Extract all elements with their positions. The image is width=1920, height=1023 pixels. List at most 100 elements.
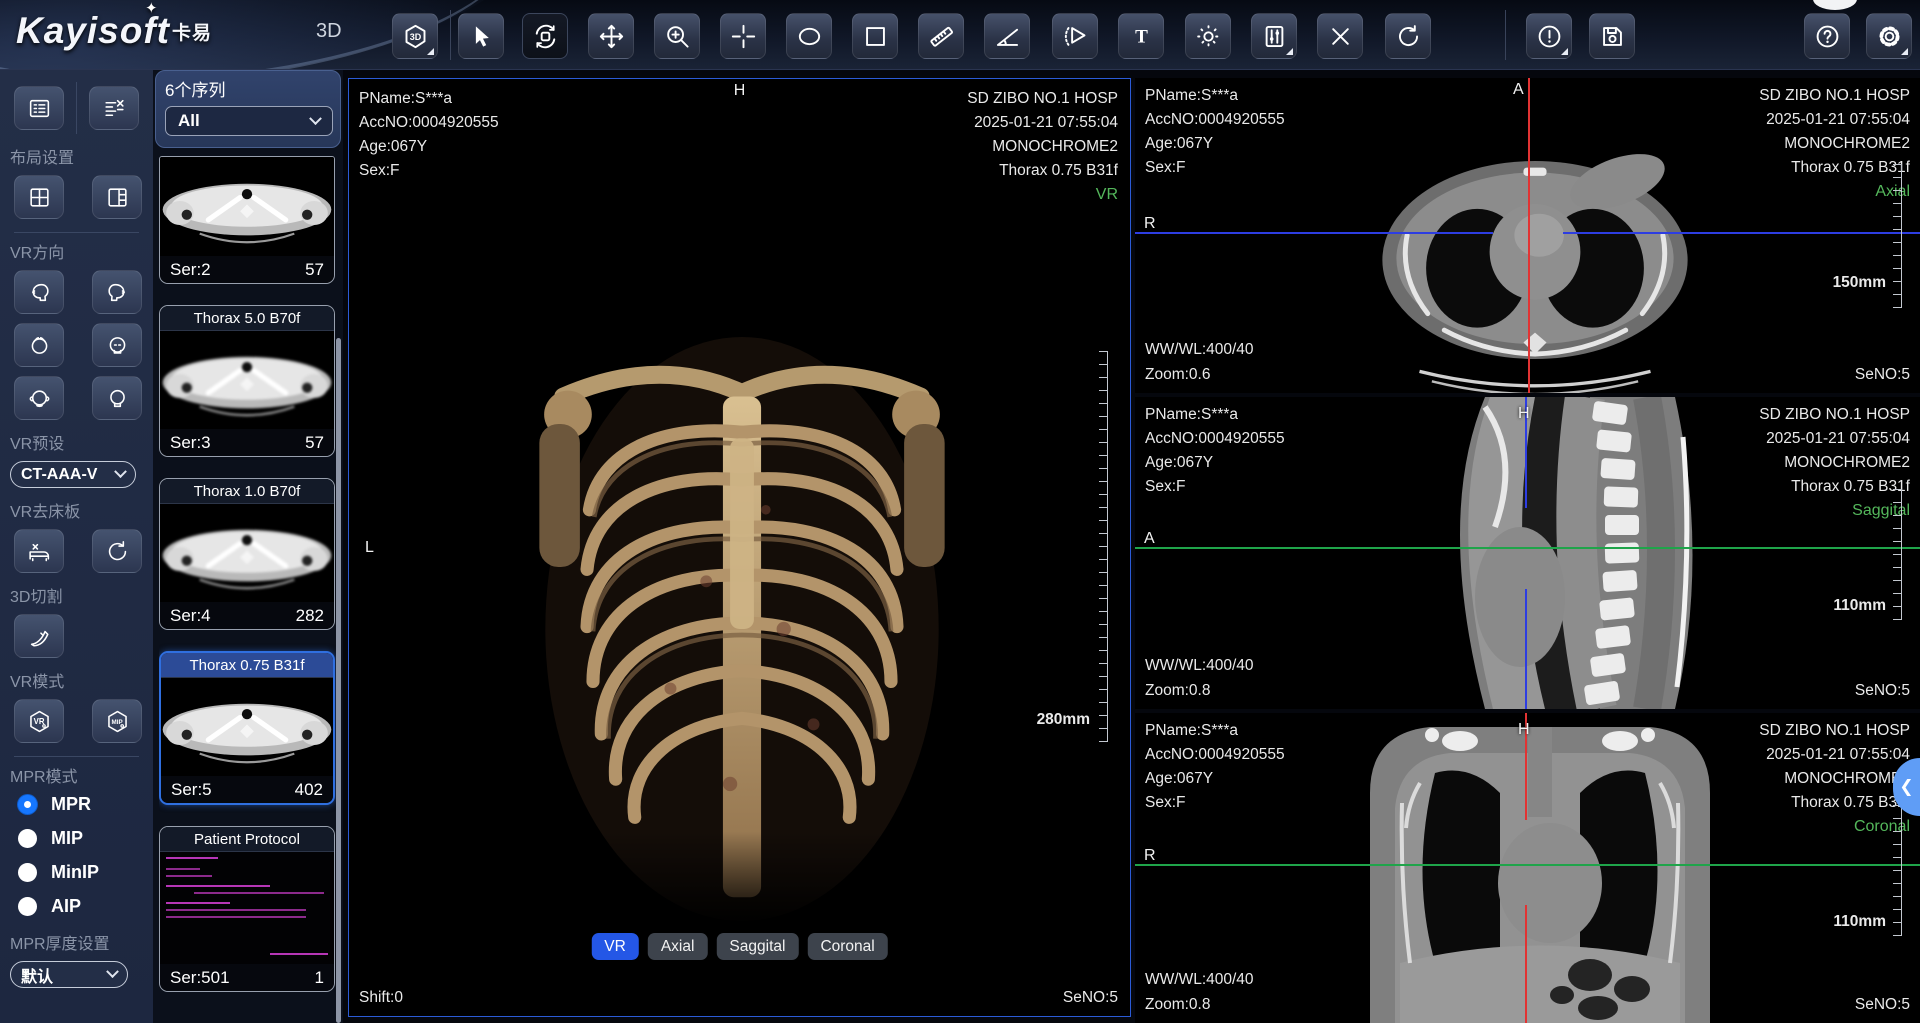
crosshair-horizontal-blue[interactable] <box>1563 232 1920 234</box>
axial-viewport[interactable]: PName:S***a AccNO:0004920555 Age:067Y Se… <box>1135 78 1920 393</box>
tool-rotate-3d-button[interactable] <box>522 13 568 59</box>
mode-3d-label: 3D <box>316 20 342 43</box>
crosshair-horizontal-green[interactable] <box>1135 864 1920 866</box>
series-no: SeNO:5 <box>1855 362 1910 387</box>
radio-label: MIP <box>51 828 83 849</box>
cut-3d-button[interactable] <box>14 614 64 658</box>
cursor-icon <box>468 23 495 50</box>
view-button-coronal[interactable]: Coronal <box>807 933 887 960</box>
vr-preset-select[interactable]: CT-AAA-V <box>10 461 136 488</box>
toolbar-divider <box>450 10 451 60</box>
vr-hexagon-icon: VR <box>27 709 52 734</box>
help-button[interactable] <box>1804 13 1850 59</box>
tool-crosshair-button[interactable] <box>720 13 766 59</box>
mpr-option-minip[interactable]: MinIP <box>18 862 153 883</box>
series-list-button[interactable] <box>14 86 64 130</box>
tool-3d-views-button[interactable]: 3D <box>392 13 438 59</box>
mpr-thickness-value: 默认 <box>21 963 53 987</box>
tool-angle-button[interactable] <box>984 13 1030 59</box>
crosshair-horizontal-green[interactable] <box>1135 547 1920 549</box>
coronal-viewport[interactable]: PName:S***a AccNO:0004920555 Age:067Y Se… <box>1135 713 1920 1023</box>
mpr-option-mpr[interactable]: MPR <box>18 794 153 815</box>
tool-report-button[interactable] <box>1526 13 1572 59</box>
vr-mode-mip-button[interactable]: MIP <box>92 699 142 743</box>
tool-text-button[interactable]: T <box>1118 13 1164 59</box>
main-vr-viewport[interactable]: PName:S***a AccNO:0004920555 Age:067Y Se… <box>348 78 1131 1017</box>
crosshair-vertical-red[interactable] <box>1528 78 1530 393</box>
tool-cursor-button[interactable] <box>458 13 504 59</box>
bed-reset-button[interactable] <box>92 529 142 573</box>
sidebar-rule <box>14 756 139 757</box>
vr-skeleton-image <box>527 331 957 927</box>
vr-direction-top-button[interactable] <box>14 323 64 367</box>
series-number: Ser:2 <box>170 260 211 280</box>
thumbnail-scrollbar[interactable] <box>336 338 341 1023</box>
head-top-icon <box>27 333 52 358</box>
view-button-saggital[interactable]: Saggital <box>716 933 798 960</box>
view-button-axial[interactable]: Axial <box>648 933 708 960</box>
sliders-icon <box>1261 23 1288 50</box>
zoom-in-icon <box>664 23 691 50</box>
layout-grid-button[interactable] <box>14 175 64 219</box>
tool-wwwl-presets-button[interactable] <box>1251 13 1297 59</box>
layout-split-button[interactable] <box>92 175 142 219</box>
vr-direction-left-button[interactable] <box>14 270 64 314</box>
corner-triangle <box>1901 48 1908 55</box>
tool-reset-button[interactable] <box>1385 13 1431 59</box>
scale-ruler <box>1893 489 1902 620</box>
vr-direction-back-button[interactable] <box>92 376 142 420</box>
tool-zoom-button[interactable] <box>654 13 700 59</box>
view-button-vr[interactable]: VR <box>591 933 639 960</box>
view-mode-buttons: VR Axial Saggital Coronal <box>591 933 887 960</box>
patient-name: PName:S***a <box>1145 403 1285 427</box>
tool-ellipse-button[interactable] <box>786 13 832 59</box>
series-filter-select[interactable]: All <box>165 106 333 136</box>
section-label-3d-cut: 3D切割 <box>10 583 153 607</box>
crosshair-vertical-red[interactable] <box>1525 905 1527 1023</box>
series-title: Thorax 1.0 B70f <box>160 479 334 504</box>
scale-ruler-label: 110mm <box>1833 597 1886 615</box>
head-back-icon <box>105 386 130 411</box>
settings-button[interactable] <box>1866 13 1912 59</box>
series-thumbnail-image <box>160 331 334 429</box>
grid-2x2-icon <box>27 185 52 210</box>
radio-icon <box>18 863 37 882</box>
shift-value: Shift:0 <box>359 988 403 1008</box>
tool-pan-button[interactable] <box>588 13 634 59</box>
mpr-option-aip[interactable]: AIP <box>18 896 153 917</box>
vr-mode-vr-button[interactable]: VR <box>14 699 64 743</box>
series-no: SeNO:5 <box>1063 988 1118 1008</box>
vr-direction-bottom-button[interactable] <box>92 323 142 367</box>
vr-direction-front-button[interactable] <box>14 376 64 420</box>
tool-rectangle-button[interactable] <box>852 13 898 59</box>
crosshair-vertical-blue[interactable] <box>1525 589 1527 709</box>
tool-ruler-button[interactable] <box>918 13 964 59</box>
series-filter-value: All <box>178 111 200 131</box>
close-series-button[interactable] <box>89 86 139 130</box>
image-count: 282 <box>296 606 324 626</box>
tool-cobb-angle-button[interactable] <box>1052 13 1098 59</box>
series-card-3[interactable]: Thorax 5.0 B70f Ser:357 <box>159 305 335 457</box>
series-card-4[interactable]: Thorax 1.0 B70f Ser:4282 <box>159 478 335 630</box>
sagittal-viewport[interactable]: PName:S***a AccNO:0004920555 Age:067Y Se… <box>1135 397 1920 709</box>
mpr-option-mip[interactable]: MIP <box>18 828 153 849</box>
remove-bed-button[interactable] <box>14 529 64 573</box>
tool-save-button[interactable] <box>1589 13 1635 59</box>
mpr-thickness-select[interactable]: 默认 <box>10 961 128 988</box>
scalpel-icon <box>27 624 52 649</box>
vr-preset-value: CT-AAA-V <box>21 466 97 484</box>
series-count-label: 6个序列 <box>165 76 331 101</box>
vr-direction-right-button[interactable] <box>92 270 142 314</box>
series-number: Ser:3 <box>170 433 211 453</box>
zoom-level: Zoom:0.6 <box>1145 362 1254 387</box>
series-card-5-selected[interactable]: Thorax 0.75 B31f Ser:5402 <box>159 651 335 805</box>
tool-window-level-button[interactable] <box>1185 13 1231 59</box>
crosshair-horizontal-blue[interactable] <box>1135 232 1493 234</box>
window-level: WW/WL:400/40 <box>1145 967 1254 992</box>
series-card-501[interactable]: Patient Protocol Ser:5011 <box>159 826 335 992</box>
avatar-partial[interactable] <box>1813 0 1857 10</box>
series-no: SeNO:5 <box>1855 678 1910 703</box>
series-card-2[interactable]: Ser:257 <box>159 156 335 284</box>
ruler-icon <box>928 23 955 50</box>
tool-delete-button[interactable] <box>1317 13 1363 59</box>
